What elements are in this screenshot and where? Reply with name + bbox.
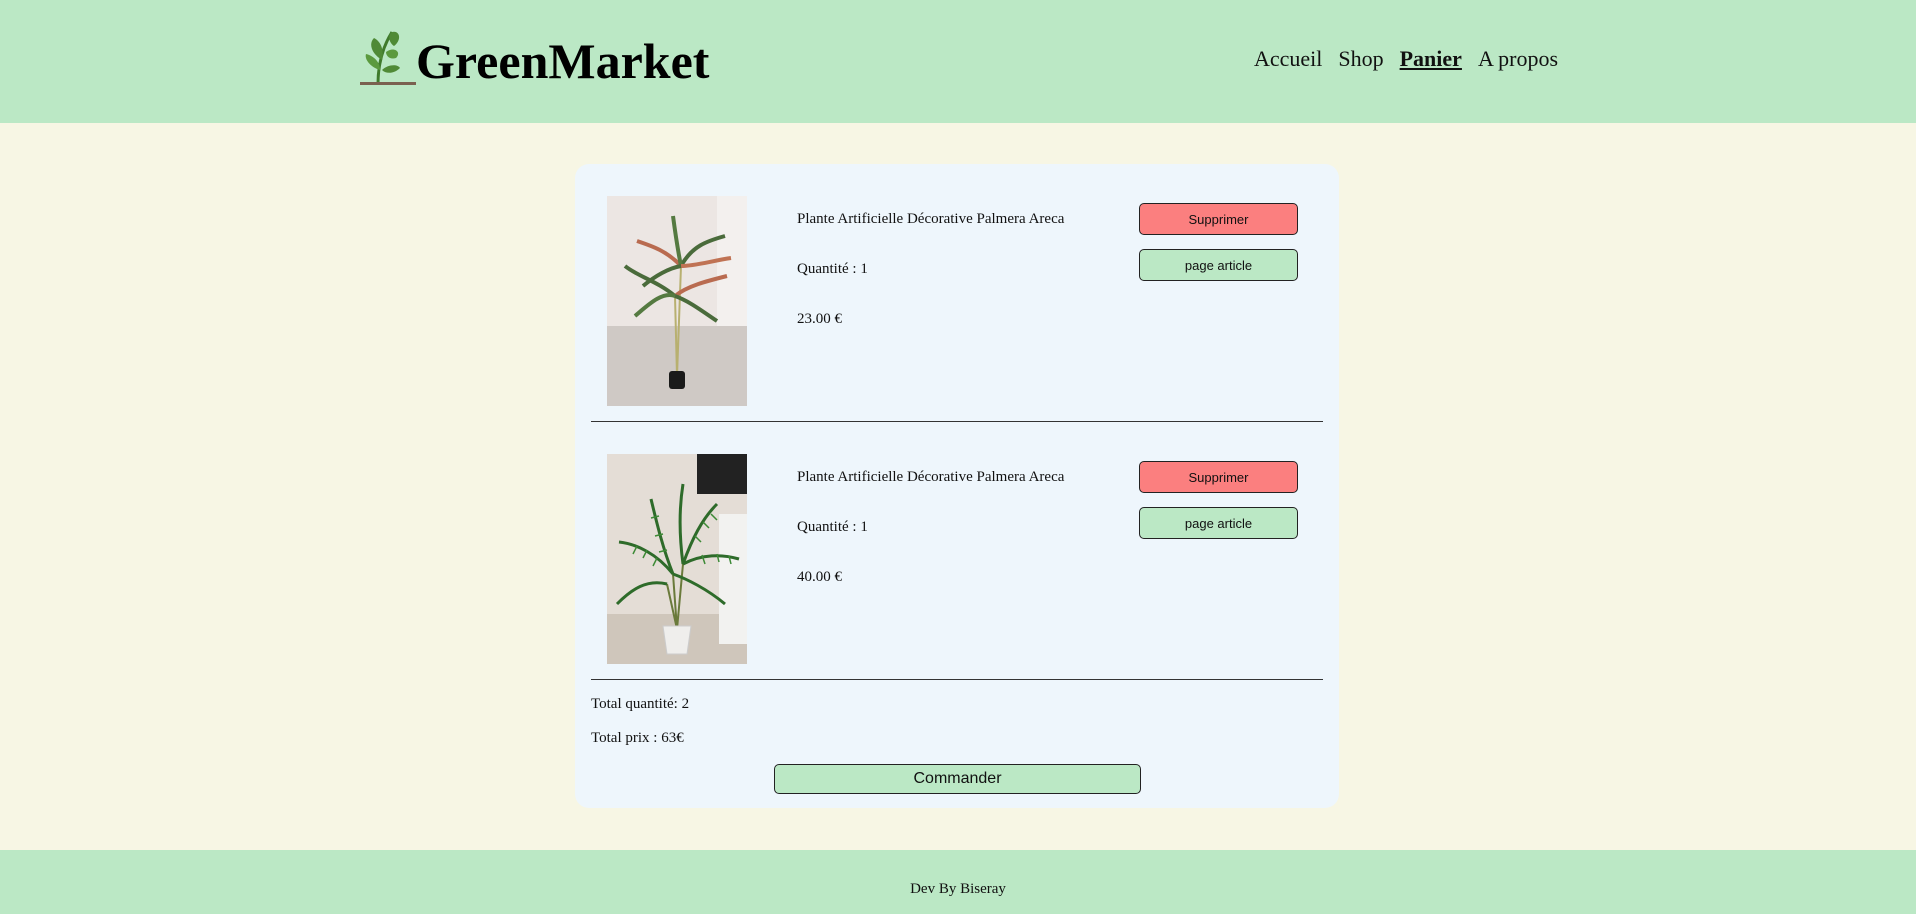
- product-image: [607, 454, 747, 664]
- delete-button[interactable]: Supprimer: [1139, 203, 1298, 235]
- site-footer: Dev By Biseray: [0, 850, 1916, 914]
- item-divider: [591, 679, 1323, 680]
- cart-panel: Plante Artificielle Décorative Palmera A…: [575, 164, 1339, 808]
- delete-button[interactable]: Supprimer: [1139, 461, 1298, 493]
- total-price: Total prix : 63€: [591, 730, 684, 746]
- site-header: GreenMarket Accueil Shop Panier A propos: [0, 0, 1916, 123]
- logo[interactable]: GreenMarket: [358, 26, 709, 88]
- total-quantity: Total quantité: 2: [591, 696, 690, 712]
- product-name: Plante Artificielle Décorative Palmera A…: [797, 211, 1065, 227]
- product-price: 23.00 €: [797, 311, 842, 327]
- product-image: [607, 196, 747, 406]
- product-quantity: Quantité : 1: [797, 519, 868, 535]
- footer-credit: Dev By Biseray: [910, 881, 1006, 897]
- nav-shop[interactable]: Shop: [1338, 46, 1383, 72]
- cart-item: Plante Artificielle Décorative Palmera A…: [591, 164, 1323, 422]
- product-page-button[interactable]: page article: [1139, 507, 1298, 539]
- product-page-button[interactable]: page article: [1139, 249, 1298, 281]
- product-price: 40.00 €: [797, 569, 842, 585]
- order-button[interactable]: Commander: [774, 764, 1141, 794]
- nav-a-propos[interactable]: A propos: [1478, 46, 1558, 72]
- main-nav: Accueil Shop Panier A propos: [1254, 46, 1558, 72]
- product-quantity: Quantité : 1: [797, 261, 868, 277]
- product-name: Plante Artificielle Décorative Palmera A…: [797, 469, 1065, 485]
- dracaena-plant-photo-icon: [607, 196, 747, 406]
- cart-item: Plante Artificielle Décorative Palmera A…: [591, 422, 1323, 680]
- nav-panier[interactable]: Panier: [1400, 46, 1462, 72]
- brand-name: GreenMarket: [416, 33, 710, 89]
- leaf-logo-icon: [360, 31, 416, 85]
- nav-accueil[interactable]: Accueil: [1254, 46, 1322, 72]
- areca-palm-photo-icon: [607, 454, 747, 664]
